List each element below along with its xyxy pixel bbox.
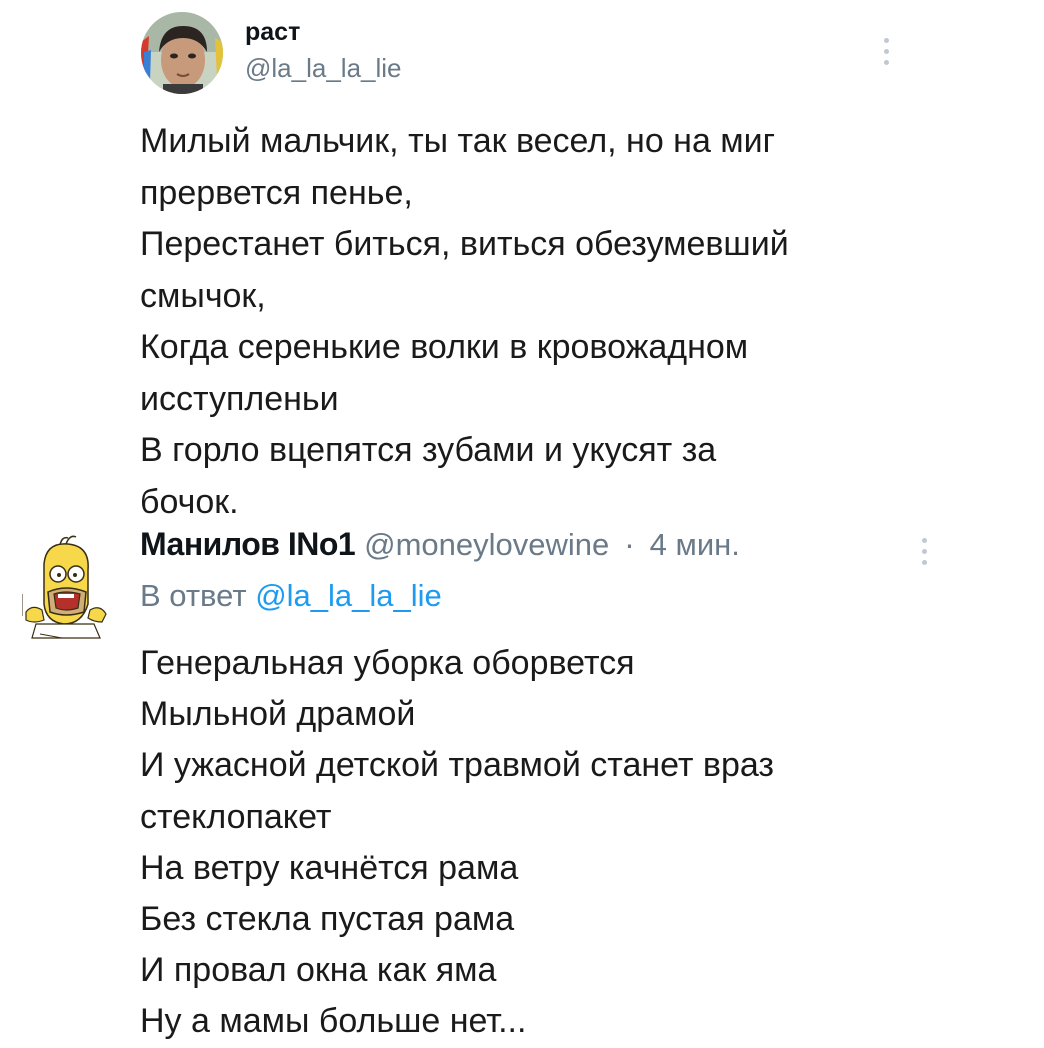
reply-author-avatar[interactable] — [21, 534, 108, 642]
main-author-name[interactable]: раст — [245, 18, 300, 47]
replying-to-label: В ответ — [140, 578, 247, 613]
text-line: смычок, — [140, 276, 266, 315]
replying-to: В ответ @la_la_la_lie — [140, 578, 442, 614]
reply-header: Манилов INo1 @moneylovewine · 4 мин. — [140, 526, 740, 563]
text-line: Мыльной драмой — [140, 695, 416, 734]
text-line: Когда серенькие волки в кровожадном — [140, 328, 749, 366]
text-line: Генеральная уборка оборвется — [140, 644, 635, 682]
text-line: И ужасной детской травмой станет враз — [140, 746, 775, 785]
main-tweet-text: Милый мальчик, ты так весел, но на миг п… — [140, 116, 789, 528]
main-author-avatar[interactable] — [141, 12, 223, 94]
reply-tweet-text: Генеральная уборка оборвется Мыльной дра… — [140, 638, 774, 1048]
text-line: И провал окна как яма — [140, 951, 497, 990]
text-line: прервется пенье, — [140, 173, 413, 212]
header-separator: · — [624, 526, 635, 562]
reply-author-name[interactable]: Манилов INo1 — [140, 526, 356, 562]
text-line: Перестанет биться, виться обезумевший — [140, 225, 789, 263]
text-line: стеклопакет — [140, 797, 332, 836]
replying-to-mention[interactable]: @la_la_la_lie — [255, 578, 442, 613]
main-tweet: раст @la_la_la_lie Милый мальчик, ты так… — [0, 0, 1044, 521]
text-line: исступленьи — [140, 379, 339, 418]
text-line: Без стекла пустая рама — [140, 900, 515, 939]
text-line: В горло вцепятся зубами и укусят за — [140, 431, 717, 469]
avatar-cartoon — [21, 535, 107, 639]
reply-author-handle[interactable]: @moneylovewine — [364, 527, 609, 562]
avatar-photo — [141, 12, 223, 94]
more-vertical-icon[interactable] — [881, 38, 891, 65]
text-line: Милый мальчик, ты так весел, но на миг — [140, 122, 776, 160]
more-vertical-icon[interactable] — [919, 538, 929, 565]
text-line: Ну а мамы больше нет... — [140, 1002, 527, 1041]
reply-timestamp[interactable]: 4 мин. — [650, 527, 740, 562]
text-line: На ветру качнётся рама — [140, 848, 519, 887]
main-author-handle[interactable]: @la_la_la_lie — [245, 53, 402, 84]
reply-tweet: Манилов INo1 @moneylovewine · 4 мин. В о… — [0, 520, 1044, 1043]
